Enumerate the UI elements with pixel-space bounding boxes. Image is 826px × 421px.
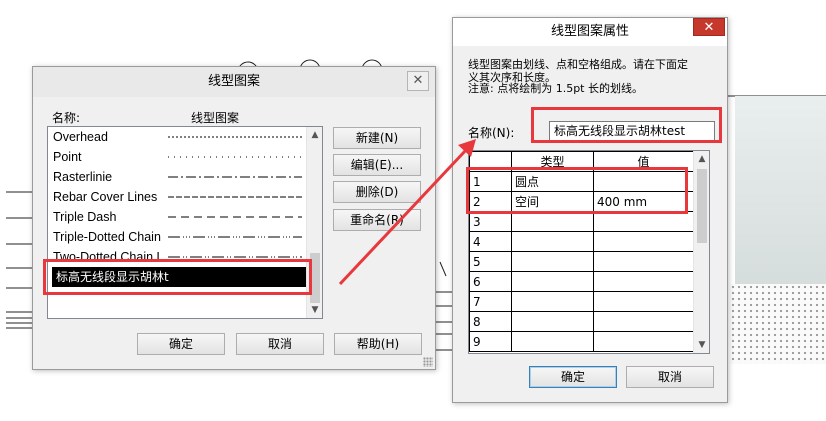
value-cell[interactable]: [593, 251, 694, 272]
close-icon[interactable]: ✕: [693, 18, 725, 36]
value-column-header: 值: [593, 151, 694, 172]
help-button[interactable]: 帮助(H): [334, 333, 422, 355]
list-item-name: Rebar Cover Lines: [53, 190, 158, 204]
type-cell[interactable]: [511, 231, 594, 252]
value-cell[interactable]: [593, 311, 694, 332]
type-cell[interactable]: 圆点: [511, 171, 594, 192]
row-number: 7: [469, 291, 512, 312]
name-column-header: 名称:: [52, 111, 81, 125]
name-input[interactable]: 标高无线段显示胡林test: [549, 121, 715, 141]
list-item[interactable]: Overhead: [48, 127, 306, 147]
value-cell[interactable]: [593, 291, 694, 312]
list-item-name: Rasterlinie: [53, 170, 113, 184]
ok-button[interactable]: 确定: [137, 333, 225, 355]
ok-button[interactable]: 确定: [529, 366, 617, 388]
cancel-button[interactable]: 取消: [236, 333, 324, 355]
pattern-column-header: 线型图案: [191, 111, 240, 125]
resize-grip-icon[interactable]: [423, 357, 433, 367]
note-text: 注意: 点将绘制为 1.5pt 长的划线。: [468, 82, 643, 95]
type-cell[interactable]: [511, 271, 594, 292]
close-icon[interactable]: ✕: [407, 71, 429, 91]
row-number: 4: [469, 231, 512, 252]
background-panel: [735, 96, 826, 288]
delete-button[interactable]: 删除(D): [333, 181, 421, 203]
row-number: 3: [469, 211, 512, 232]
scroll-up-icon[interactable]: ▲: [307, 127, 322, 143]
list-item[interactable]: Triple Dash: [48, 207, 306, 227]
list-item[interactable]: Two-Dotted Chain L: [48, 247, 306, 267]
scroll-down-icon[interactable]: ▼: [307, 302, 322, 318]
edit-button[interactable]: 编辑(E)...: [333, 154, 421, 176]
list-item-selected[interactable]: 标高无线段显示胡林t: [52, 267, 306, 287]
list-item-name: Two-Dotted Chain L: [53, 250, 164, 264]
table-row[interactable]: 5: [469, 251, 694, 272]
row-number: 5: [469, 251, 512, 272]
value-cell[interactable]: [593, 171, 694, 192]
type-cell[interactable]: [511, 291, 594, 312]
cancel-button[interactable]: 取消: [626, 366, 714, 388]
list-scrollbar[interactable]: ▲ ▼: [306, 127, 322, 318]
table-row[interactable]: 3: [469, 211, 694, 232]
list-item-name: Point: [53, 150, 82, 164]
table-row[interactable]: 2 空间 400 mm: [469, 191, 694, 212]
line-pattern-preview: [168, 256, 302, 258]
line-pattern-preview: [168, 196, 302, 198]
pattern-properties-titlebar: 线型图案属性: [453, 18, 727, 46]
value-cell[interactable]: [593, 271, 694, 292]
list-item-name: Triple Dash: [53, 210, 117, 224]
list-item-name: 标高无线段显示胡林t: [56, 270, 169, 284]
type-cell[interactable]: [511, 211, 594, 232]
row-number-header: [469, 151, 512, 172]
line-pattern-preview: [168, 136, 302, 138]
scroll-thumb[interactable]: [310, 253, 320, 303]
pattern-grid[interactable]: 类型 值 1 圆点 2 空间 400 mm 3 4 5 6 7 8 9 ▲ ▼: [468, 150, 710, 354]
row-number: 1: [469, 171, 512, 192]
scroll-up-icon[interactable]: ▲: [694, 151, 709, 167]
table-row[interactable]: 8: [469, 311, 694, 332]
line-pattern-preview: [168, 176, 302, 178]
value-cell[interactable]: [593, 211, 694, 232]
value-cell[interactable]: 400 mm: [593, 191, 694, 212]
list-item[interactable]: Triple-Dotted Chain: [48, 227, 306, 247]
type-column-header: 类型: [511, 151, 594, 172]
type-cell[interactable]: [511, 251, 594, 272]
row-number: 6: [469, 271, 512, 292]
row-number: 8: [469, 311, 512, 332]
row-number: 2: [469, 191, 512, 212]
type-cell[interactable]: [511, 331, 594, 352]
line-patterns-titlebar: 线型图案: [33, 67, 435, 97]
type-cell[interactable]: [511, 311, 594, 332]
scroll-thumb[interactable]: [697, 169, 707, 243]
table-row[interactable]: 9: [469, 331, 694, 352]
value-cell[interactable]: [593, 331, 694, 352]
table-row[interactable]: 7: [469, 291, 694, 312]
line-pattern-preview: [168, 236, 302, 238]
new-button[interactable]: 新建(N): [333, 127, 421, 149]
pattern-table: 类型 值 1 圆点 2 空间 400 mm 3 4 5 6 7 8 9: [469, 151, 694, 352]
line-pattern-preview: [168, 156, 302, 158]
line-pattern-preview: [168, 216, 302, 218]
list-item[interactable]: Rasterlinie: [48, 167, 306, 187]
type-cell[interactable]: 空间: [511, 191, 594, 212]
rename-button[interactable]: 重命名(R): [333, 209, 421, 231]
list-item[interactable]: Rebar Cover Lines: [48, 187, 306, 207]
list-item[interactable]: Point: [48, 147, 306, 167]
line-patterns-title: 线型图案: [207, 74, 260, 89]
value-cell[interactable]: [593, 231, 694, 252]
row-number: 9: [469, 331, 512, 352]
table-row[interactable]: 4: [469, 231, 694, 252]
line-pattern-list[interactable]: Overhead Point Rasterlinie Rebar Cover Line…: [47, 126, 323, 319]
scroll-down-icon[interactable]: ▼: [694, 337, 709, 353]
background-hatch: [730, 284, 826, 364]
pattern-properties-title: 线型图案属性: [550, 24, 629, 39]
table-row[interactable]: 6: [469, 271, 694, 292]
list-item-name: Triple-Dotted Chain: [53, 230, 161, 244]
name-label: 名称(N):: [468, 126, 515, 140]
grid-scrollbar[interactable]: ▲ ▼: [693, 151, 709, 353]
table-row[interactable]: 1 圆点: [469, 171, 694, 192]
list-item-name: Overhead: [53, 130, 108, 144]
